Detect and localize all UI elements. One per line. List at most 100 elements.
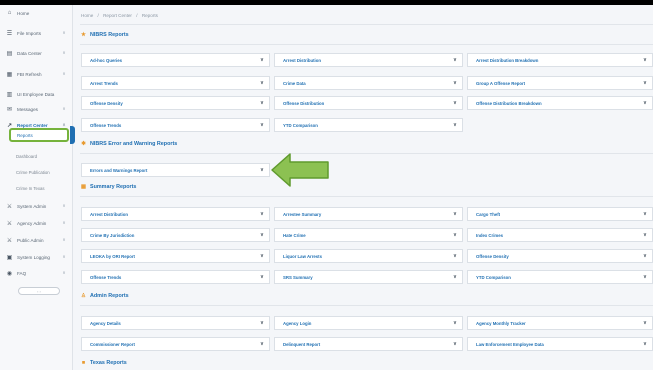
sidebar-item-home[interactable]: ⌂ Home [0, 6, 73, 20]
users-icon: ⚔ [6, 237, 13, 244]
dropdown-label: Offense Trends [90, 274, 122, 280]
breadcrumb-report-center[interactable]: Report Center [103, 13, 132, 18]
report-dropdown-crime-data[interactable]: Crime Data ∨ [274, 76, 463, 90]
users-icon: ⚔ [6, 203, 13, 210]
sidebar-subitem-reports[interactable]: Reports [9, 128, 69, 142]
report-dropdown-summary-offense-density[interactable]: Offense Density ∨ [467, 249, 653, 263]
section-title-texas-reports: ■ Texas Reports [81, 360, 127, 366]
sidebar-collapse-handle[interactable] [70, 126, 75, 144]
breadcrumb-separator: / [97, 13, 99, 18]
breadcrumb-separator: / [136, 13, 138, 18]
section-title-text: NIBRS Reports [90, 32, 129, 38]
chevron-down-icon: ∨ [260, 232, 264, 238]
refresh-icon: ▦ [6, 71, 13, 78]
dropdown-label: Agency Details [90, 320, 121, 326]
chevron-down-icon: ∨ [62, 30, 66, 35]
sidebar-item-label: System Admin [17, 203, 47, 209]
log-icon: ▣ [6, 254, 13, 261]
report-dropdown-offense-distribution[interactable]: Offense Distribution ∨ [274, 96, 463, 110]
dropdown-label: Offense Trends [90, 122, 122, 128]
breadcrumb-home[interactable]: Home [81, 13, 93, 18]
report-dropdown-liquor-law-arrests[interactable]: Liquor Law Arrests ∨ [274, 249, 463, 263]
report-dropdown-crime-by-jurisdiction[interactable]: Crime By Jurisdiction ∨ [81, 228, 270, 242]
dropdown-label: Group A Offense Report [476, 80, 526, 86]
chevron-down-icon: ∨ [643, 80, 647, 86]
chevron-down-icon: ∨ [643, 100, 647, 106]
report-dropdown-offense-distribution-breakdown[interactable]: Offense Distribution Breakdown ∨ [467, 96, 653, 110]
sidebar-item-messages[interactable]: ✉ Messages ∨ [0, 102, 73, 116]
section-title-admin-reports: ♙ Admin Reports [81, 293, 129, 299]
report-dropdown-agency-details[interactable]: Agency Details ∨ [81, 316, 270, 330]
report-dropdown-agency-monthly-tracker[interactable]: Agency Monthly Tracker ∨ [467, 316, 653, 330]
report-dropdown-arrest-trends[interactable]: Arrest Trends ∨ [81, 76, 270, 90]
chevron-down-icon: ∨ [260, 122, 264, 128]
report-dropdown-law-enforcement-employee-data[interactable]: Law Enforcement Employee Data ∨ [467, 337, 653, 351]
sidebar-subitem-dashboard[interactable]: Dashboard [0, 150, 73, 162]
report-dropdown-arrest-distribution[interactable]: Arrest Distribution ∨ [274, 53, 463, 67]
section-title-text: Admin Reports [90, 293, 129, 299]
report-dropdown-cargo-theft[interactable]: Cargo Theft ∨ [467, 207, 653, 221]
dropdown-label: SRS Summary [283, 274, 313, 280]
report-dropdown-offense-density[interactable]: Offense Density ∨ [81, 96, 270, 110]
report-dropdown-ytd-comparison[interactable]: YTD Comparison ∨ [274, 118, 463, 132]
report-dropdown-hate-crime[interactable]: Hate Crime ∨ [274, 228, 463, 242]
report-dropdown-srs-summary[interactable]: SRS Summary ∨ [274, 270, 463, 284]
report-dropdown-errors-and-warnings[interactable]: Errors and Warnings Report ∨ [81, 163, 270, 177]
chevron-down-icon: ∨ [453, 232, 457, 238]
chevron-down-icon: ∨ [643, 57, 647, 63]
report-dropdown-ad-hoc-queries[interactable]: Ad-hoc Queries ∨ [81, 53, 270, 67]
report-dropdown-delinquent-report[interactable]: Delinquent Report ∨ [274, 337, 463, 351]
report-dropdown-leoka-by-ori[interactable]: LEOKA by ORI Report ∨ [81, 249, 270, 263]
report-dropdown-summary-ytd-comparison[interactable]: YTD Comparison ∨ [467, 270, 653, 284]
dropdown-label: Cargo Theft [476, 211, 501, 217]
report-dropdown-arrest-distribution-breakdown[interactable]: Arrest Distribution Breakdown ∨ [467, 53, 653, 67]
sidebar-subitem-crime-in-texas[interactable]: Crime In Texas [0, 182, 73, 194]
sidebar-subitem-crime-publication[interactable]: Crime Publication [0, 166, 73, 178]
sidebar-item-system-admin[interactable]: ⚔ System Admin ∨ [0, 199, 73, 213]
divider [80, 153, 653, 154]
sidebar-item-system-logging[interactable]: ▣ System Logging ∨ [0, 250, 73, 264]
report-dropdown-summary-arrest-distribution[interactable]: Arrest Distribution ∨ [81, 207, 270, 221]
sidebar-item-data-center[interactable]: ▤ Data Center ∨ [0, 46, 73, 60]
sidebar-item-public-admin[interactable]: ⚔ Public Admin ∨ [0, 233, 73, 247]
dropdown-label: Law Enforcement Employee Data [476, 341, 544, 347]
sidebar-scroll-control[interactable]: ‹ › [18, 287, 60, 295]
sidebar-item-label: Agency Admin [17, 220, 47, 226]
dropdown-label: Hate Crime [283, 232, 306, 238]
sidebar-item-label: UI Employee Data [17, 91, 55, 97]
report-dropdown-arrestee-summary[interactable]: Arrestee Summary ∨ [274, 207, 463, 221]
sidebar-item-faq[interactable]: ◉ FAQ ∨ [0, 266, 73, 280]
dropdown-label: YTD Comparison [283, 122, 318, 128]
summary-icon: ▦ [80, 184, 87, 190]
help-icon: ◉ [6, 270, 13, 277]
chevron-down-icon: ∨ [453, 253, 457, 259]
dropdown-label: Liquor Law Arrests [283, 253, 322, 259]
report-dropdown-summary-offense-trends[interactable]: Offense Trends ∨ [81, 270, 270, 284]
dropdown-label: Offense Distribution [283, 100, 325, 106]
report-dropdown-commissioner-report[interactable]: Commissioner Report ∨ [81, 337, 270, 351]
database-icon: ▤ [6, 50, 13, 57]
report-dropdown-offense-trends[interactable]: Offense Trends ∨ [81, 118, 270, 132]
report-dropdown-group-a-offense-report[interactable]: Group A Offense Report ∨ [467, 76, 653, 90]
chevron-down-icon: ∨ [260, 57, 264, 63]
sidebar-item-label: File Imports [17, 30, 41, 36]
sidebar-item-agency-admin[interactable]: ⚔ Agency Admin ∨ [0, 216, 73, 230]
employee-icon: ▥ [6, 91, 13, 98]
report-dropdown-agency-login[interactable]: Agency Login ∨ [274, 316, 463, 330]
divider [80, 305, 653, 306]
users-icon: ⚔ [6, 220, 13, 227]
dropdown-label: Agency Login [283, 320, 312, 326]
report-dropdown-index-crimes[interactable]: Index Crimes ∨ [467, 228, 653, 242]
chevron-down-icon: ∨ [260, 80, 264, 86]
chevron-down-icon: ∨ [260, 100, 264, 106]
sidebar-item-ui-employee-data[interactable]: ▥ UI Employee Data [0, 87, 73, 101]
dropdown-label: Arrest Distribution Breakdown [476, 57, 539, 63]
dropdown-label: Crime Data [283, 80, 306, 86]
sidebar-item-label: System Logging [17, 254, 50, 260]
sidebar-item-fbi-refresh[interactable]: ▦ FBI Refresh ∨ [0, 67, 73, 81]
chevron-down-icon: ∨ [62, 237, 66, 242]
chevron-down-icon: ∨ [260, 274, 264, 280]
sidebar-item-file-imports[interactable]: ☰ File Imports ∨ [0, 26, 73, 40]
sidebar: ⌂ Home ☰ File Imports ∨ ▤ Data Center ∨ … [0, 5, 73, 370]
envelope-icon: ✉ [6, 106, 13, 113]
